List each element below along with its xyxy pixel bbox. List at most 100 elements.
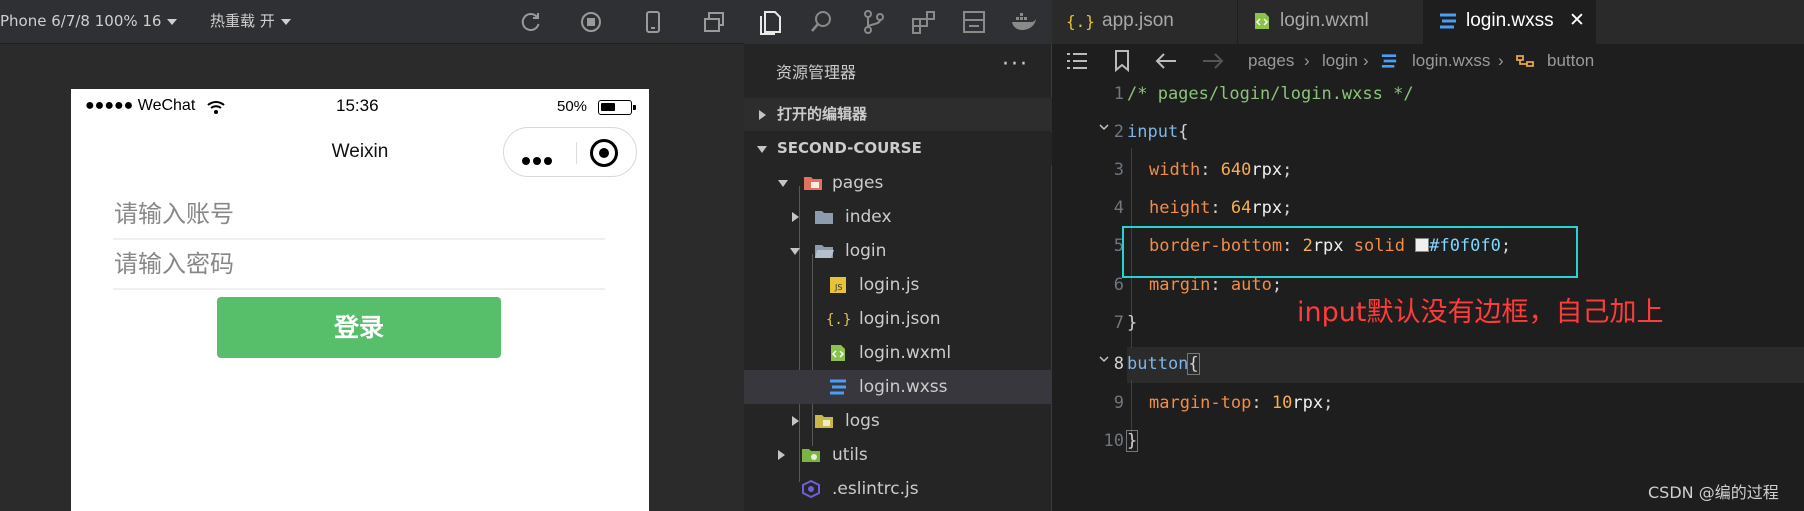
- more-dots-icon[interactable]: [522, 150, 564, 165]
- explorer-files-icon[interactable]: [756, 8, 784, 36]
- code-line-4: height: 64rpx;: [1149, 198, 1292, 218]
- phone-status-bar: ●●●●● WeChat 15:36 50%: [71, 89, 649, 125]
- project-section[interactable]: SECOND-COURSE: [744, 132, 1052, 165]
- code-punct: :: [1210, 198, 1221, 218]
- layout-panel-icon[interactable]: [960, 8, 988, 36]
- tree-label: login.json: [859, 309, 941, 329]
- login-button[interactable]: 登录: [217, 297, 501, 358]
- tree-file-login-js[interactable]: JS login.js: [744, 268, 1052, 302]
- tree-folder-index[interactable]: index: [744, 200, 1052, 234]
- tree-label: login.js: [859, 275, 920, 295]
- device-select-label: Phone 6/7/8 100% 16: [0, 12, 162, 30]
- folder-open-icon: [804, 177, 822, 190]
- svg-text:{.}: {.}: [1066, 12, 1094, 31]
- folder-open-icon: [815, 245, 834, 258]
- code-line-6: margin: auto;: [1149, 275, 1282, 295]
- chevron-right-icon: [792, 212, 799, 222]
- refresh-icon[interactable]: [520, 11, 542, 33]
- code-punct: {: [1187, 353, 1200, 375]
- close-icon[interactable]: ✕: [1569, 10, 1585, 31]
- hot-reload-label: 热重载 开: [210, 12, 275, 30]
- wifi-icon: [207, 101, 225, 114]
- hot-reload-select[interactable]: 热重载 开: [210, 0, 291, 44]
- tab-login-wxml[interactable]: login.wxml: [1238, 0, 1424, 44]
- js-file-icon: JS: [830, 277, 846, 293]
- code-comment: /* pages/login/login.wxss */: [1127, 84, 1414, 104]
- line-number: 8: [1113, 354, 1124, 374]
- tree-file-eslintrc[interactable]: .eslintrc.js: [744, 472, 1052, 506]
- tree-folder-login[interactable]: login: [744, 234, 1052, 268]
- code-property: height: [1149, 198, 1211, 218]
- tree-folder-utils[interactable]: utils: [744, 438, 1052, 472]
- activity-bar: [744, 0, 1052, 44]
- breadcrumb-pages[interactable]: pages: [1248, 44, 1294, 78]
- css-file-icon: [1440, 13, 1456, 29]
- status-time: 15:36: [336, 96, 379, 115]
- tree-label: .eslintrc.js: [832, 479, 919, 499]
- line-number: 10: [1103, 431, 1124, 451]
- code-punct: {: [1178, 122, 1189, 142]
- code-number: 640: [1220, 160, 1252, 180]
- close-miniprogram-icon[interactable]: [590, 139, 618, 167]
- window-detach-icon[interactable]: [703, 11, 725, 33]
- account-input[interactable]: 请输入账号: [113, 190, 605, 240]
- annotation-highlight-box: [1122, 226, 1578, 278]
- tab-label: app.json: [1102, 10, 1174, 31]
- device-select[interactable]: Phone 6/7/8 100% 16: [0, 0, 178, 44]
- watermark: CSDN @编的过程: [1648, 483, 1779, 502]
- list-outline-icon[interactable]: [1066, 52, 1088, 70]
- json-braces-icon: {.}: [1066, 12, 1094, 31]
- bookmark-icon[interactable]: [1114, 50, 1130, 72]
- code-punct: ;: [1282, 198, 1293, 218]
- chevron-down-icon: [757, 146, 767, 153]
- chevron-down-icon: [778, 180, 788, 187]
- explorer-more-button[interactable]: ···: [1002, 52, 1029, 77]
- code-area[interactable]: 1 2 3 4 5 6 7 8 9 10 /* pages/login/logi…: [1052, 78, 1804, 498]
- open-editors-section[interactable]: 打开的编辑器: [744, 98, 1052, 131]
- breadcrumb-symbol[interactable]: button: [1547, 44, 1594, 78]
- tab-app-json[interactable]: {.} app.json: [1052, 0, 1238, 44]
- tree-folder-logs[interactable]: logs: [744, 404, 1052, 438]
- annotation-text: input默认没有边框，自己加上: [1297, 297, 1664, 328]
- svg-text:JS: JS: [834, 283, 842, 292]
- code-punct: ;: [1282, 160, 1293, 180]
- wxml-file-icon: [1255, 12, 1269, 29]
- line-number: 6: [1113, 275, 1124, 295]
- tree-label: logs: [845, 411, 880, 431]
- fold-chevron-icon[interactable]: [1099, 122, 1109, 132]
- tab-login-wxss[interactable]: login.wxss ✕: [1424, 0, 1596, 44]
- breadcrumb-login[interactable]: login: [1322, 44, 1358, 78]
- code-punct: :: [1251, 393, 1262, 413]
- source-control-icon[interactable]: [860, 8, 888, 36]
- code-line-10: }: [1125, 430, 1139, 452]
- code-line-8: button{: [1127, 353, 1200, 375]
- fold-chevron-icon[interactable]: [1099, 354, 1109, 364]
- code-punct: ;: [1323, 393, 1334, 413]
- css-file-icon: [1381, 54, 1397, 68]
- code-line-7: }: [1127, 313, 1137, 333]
- extensions-icon[interactable]: [910, 8, 938, 36]
- tree-label: pages: [832, 173, 884, 193]
- wxml-file-icon: [831, 345, 845, 361]
- arrow-forward-icon[interactable]: [1202, 52, 1224, 70]
- tree-file-login-json[interactable]: {.} login.json: [744, 302, 1052, 336]
- tree-file-login-wxml[interactable]: login.wxml: [744, 336, 1052, 370]
- tab-label: login.wxml: [1280, 10, 1369, 31]
- capsule-menu[interactable]: [503, 127, 637, 177]
- search-icon[interactable]: [808, 8, 836, 36]
- stop-record-icon[interactable]: [580, 11, 602, 33]
- password-input[interactable]: 请输入密码: [113, 240, 605, 290]
- breadcrumb-file[interactable]: login.wxss: [1412, 44, 1490, 78]
- chevron-down-icon: [167, 18, 178, 25]
- battery-percent: 50%: [557, 98, 588, 115]
- line-number: 2: [1113, 122, 1124, 142]
- tree-folder-pages[interactable]: pages: [744, 166, 1052, 200]
- line-number: 5: [1113, 236, 1124, 256]
- arrow-back-icon[interactable]: [1155, 52, 1177, 70]
- tree-label: login: [845, 241, 887, 261]
- docker-whale-icon[interactable]: [1010, 8, 1038, 36]
- tree-file-login-wxss[interactable]: login.wxss: [744, 370, 1052, 404]
- css-file-icon: [830, 379, 846, 395]
- code-property: width: [1149, 160, 1201, 180]
- phone-preview-icon[interactable]: [642, 11, 664, 33]
